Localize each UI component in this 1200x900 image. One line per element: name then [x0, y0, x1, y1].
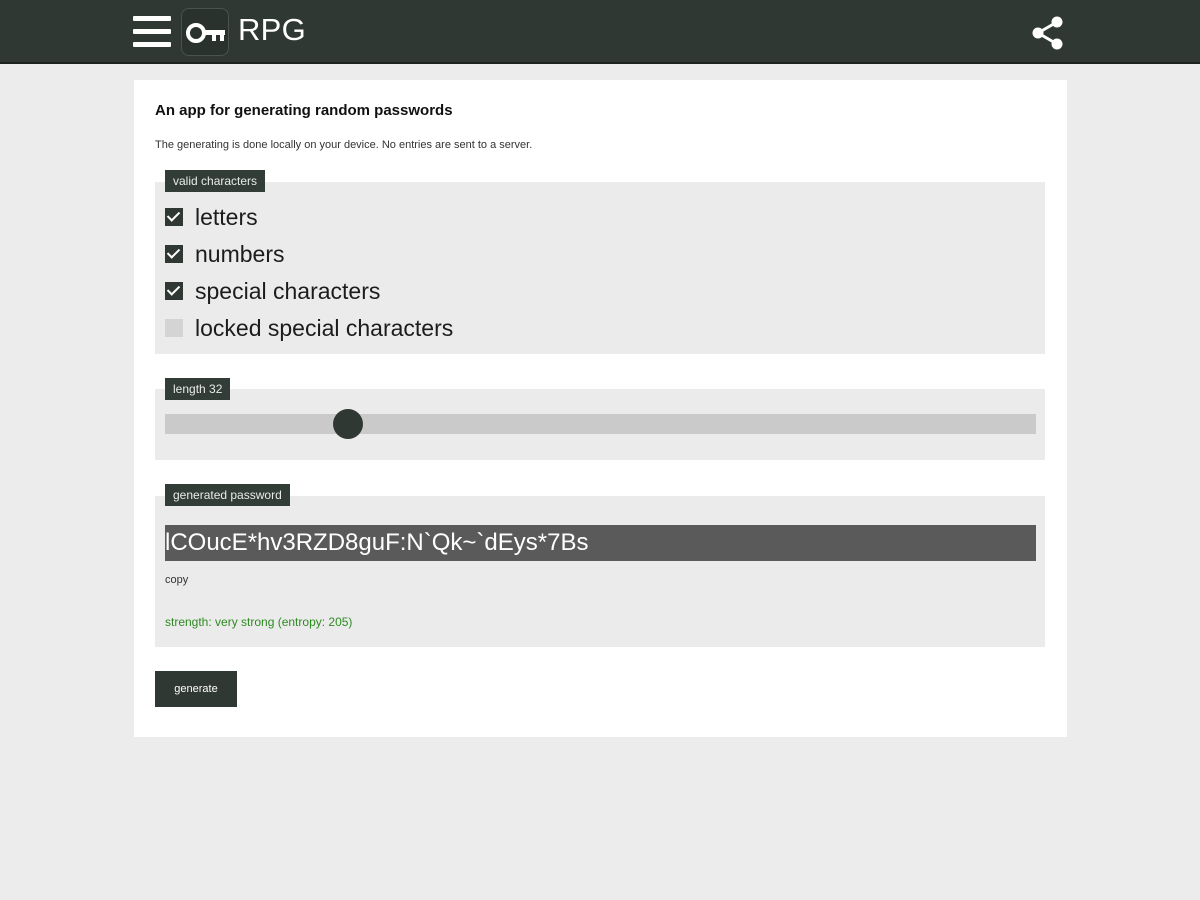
special-characters-label: special characters — [195, 277, 381, 304]
numbers-checkbox-row[interactable]: numbers — [165, 239, 284, 269]
locked-special-characters-checkbox[interactable] — [165, 319, 183, 337]
length-slider-thumb[interactable] — [332, 409, 363, 439]
generated-password-group: generated password lCOucE*hv3RZD8guF:N`Q… — [155, 484, 1045, 647]
valid-characters-legend: valid characters — [165, 170, 266, 192]
top-app-bar: RPG — [0, 0, 1200, 64]
generate-button[interactable]: generate — [155, 671, 237, 707]
locked-special-characters-checkbox-row[interactable]: locked special characters — [165, 313, 453, 343]
strength-indicator: strength: very strong (entropy: 205) — [165, 615, 353, 629]
privacy-note: The generating is done locally on your d… — [155, 139, 533, 151]
length-slider-track[interactable] — [165, 414, 1036, 434]
share-icon[interactable] — [1028, 14, 1066, 52]
password-output-field[interactable]: lCOucE*hv3RZD8guF:N`Qk~`dEys*7Bs — [165, 525, 1036, 561]
valid-characters-group: valid characters letters numbers special… — [155, 170, 1045, 354]
main-card: An app for generating random passwords T… — [134, 80, 1067, 737]
numbers-checkbox[interactable] — [165, 245, 183, 263]
page-heading: An app for generating random passwords — [155, 102, 453, 119]
special-characters-checkbox-row[interactable]: special characters — [165, 276, 380, 306]
copy-button[interactable]: copy — [165, 574, 188, 586]
numbers-label: numbers — [195, 240, 285, 267]
length-legend: length 32 — [165, 378, 231, 400]
length-group: length 32 — [155, 378, 1045, 460]
special-characters-checkbox[interactable] — [165, 282, 183, 300]
key-icon — [181, 8, 229, 56]
generated-password-legend: generated password — [165, 484, 290, 506]
app-title: RPG — [238, 12, 307, 47]
letters-checkbox[interactable] — [165, 208, 183, 226]
letters-label: letters — [195, 203, 258, 230]
letters-checkbox-row[interactable]: letters — [165, 202, 258, 232]
locked-special-characters-label: locked special characters — [195, 314, 454, 341]
hamburger-menu-icon[interactable] — [133, 14, 173, 50]
